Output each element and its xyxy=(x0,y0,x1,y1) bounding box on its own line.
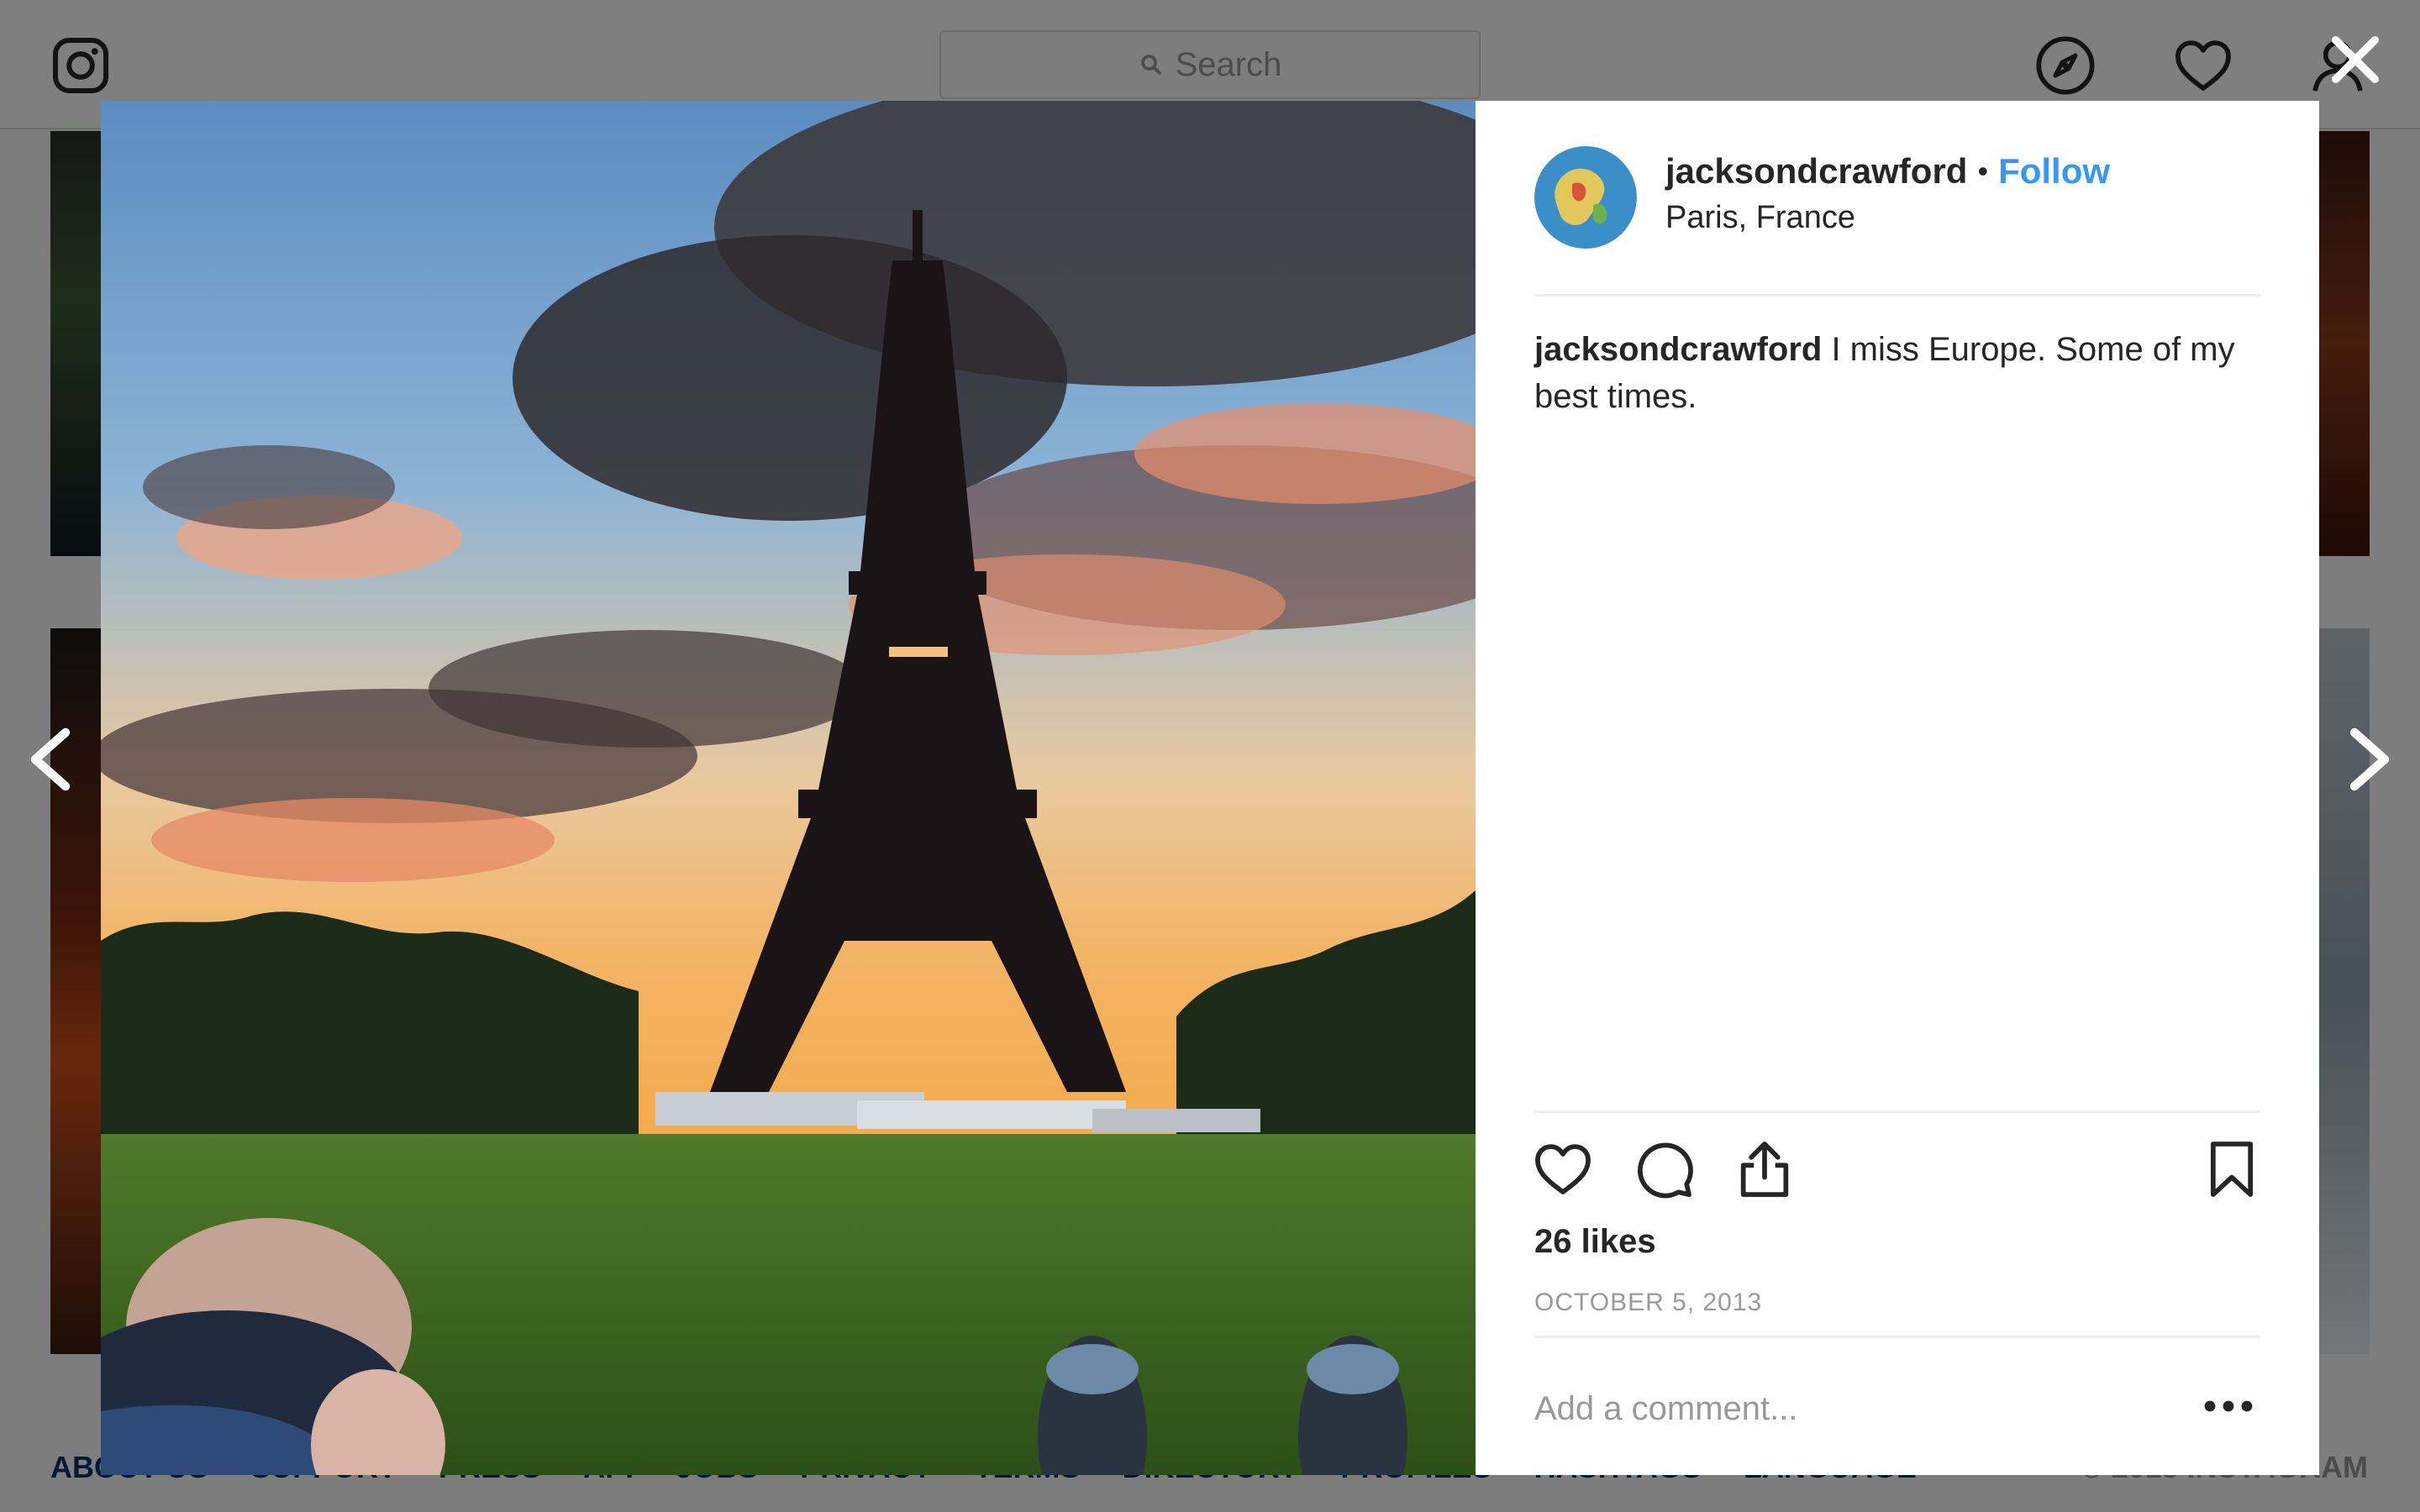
post-photo[interactable] xyxy=(101,101,1476,1475)
more-options-icon[interactable] xyxy=(2198,1383,2259,1430)
like-heart-icon[interactable] xyxy=(1531,1137,1595,1201)
bookmark-icon[interactable] xyxy=(2200,1137,2264,1201)
post-modal: jacksondcrawford • Follow Paris, France … xyxy=(101,101,2319,1475)
comment-icon[interactable] xyxy=(1632,1137,1696,1201)
user-line: jacksondcrawford • Follow xyxy=(1665,151,2110,192)
username-link[interactable]: jacksondcrawford xyxy=(1665,151,1967,192)
location-link[interactable]: Paris, France xyxy=(1665,200,1855,236)
post-header: jacksondcrawford • Follow Paris, France xyxy=(1534,101,2260,297)
close-icon[interactable] xyxy=(2326,30,2385,89)
chevron-right-icon[interactable] xyxy=(2344,726,2395,793)
share-icon[interactable] xyxy=(1733,1137,1797,1201)
follow-button[interactable]: Follow xyxy=(1998,151,2110,192)
chevron-left-icon[interactable] xyxy=(25,726,76,793)
divider xyxy=(1534,1110,2260,1113)
post-side-panel: jacksondcrawford • Follow Paris, France … xyxy=(1476,101,2319,1475)
separator-dot: • xyxy=(1977,154,1989,188)
post-caption: jacksondcrawford I miss Europe. Some of … xyxy=(1534,326,2260,420)
globe-avatar-icon xyxy=(1534,146,1637,249)
divider xyxy=(1534,1336,2260,1338)
eiffel-tower-photo xyxy=(101,101,1476,1475)
add-comment-input[interactable] xyxy=(1534,1379,2173,1438)
avatar[interactable] xyxy=(1534,146,1637,249)
caption-username[interactable]: jacksondcrawford xyxy=(1534,331,1822,368)
post-date[interactable]: OCTOBER 5, 2013 xyxy=(1534,1289,1762,1317)
likes-count[interactable]: 26 likes xyxy=(1534,1223,1656,1261)
